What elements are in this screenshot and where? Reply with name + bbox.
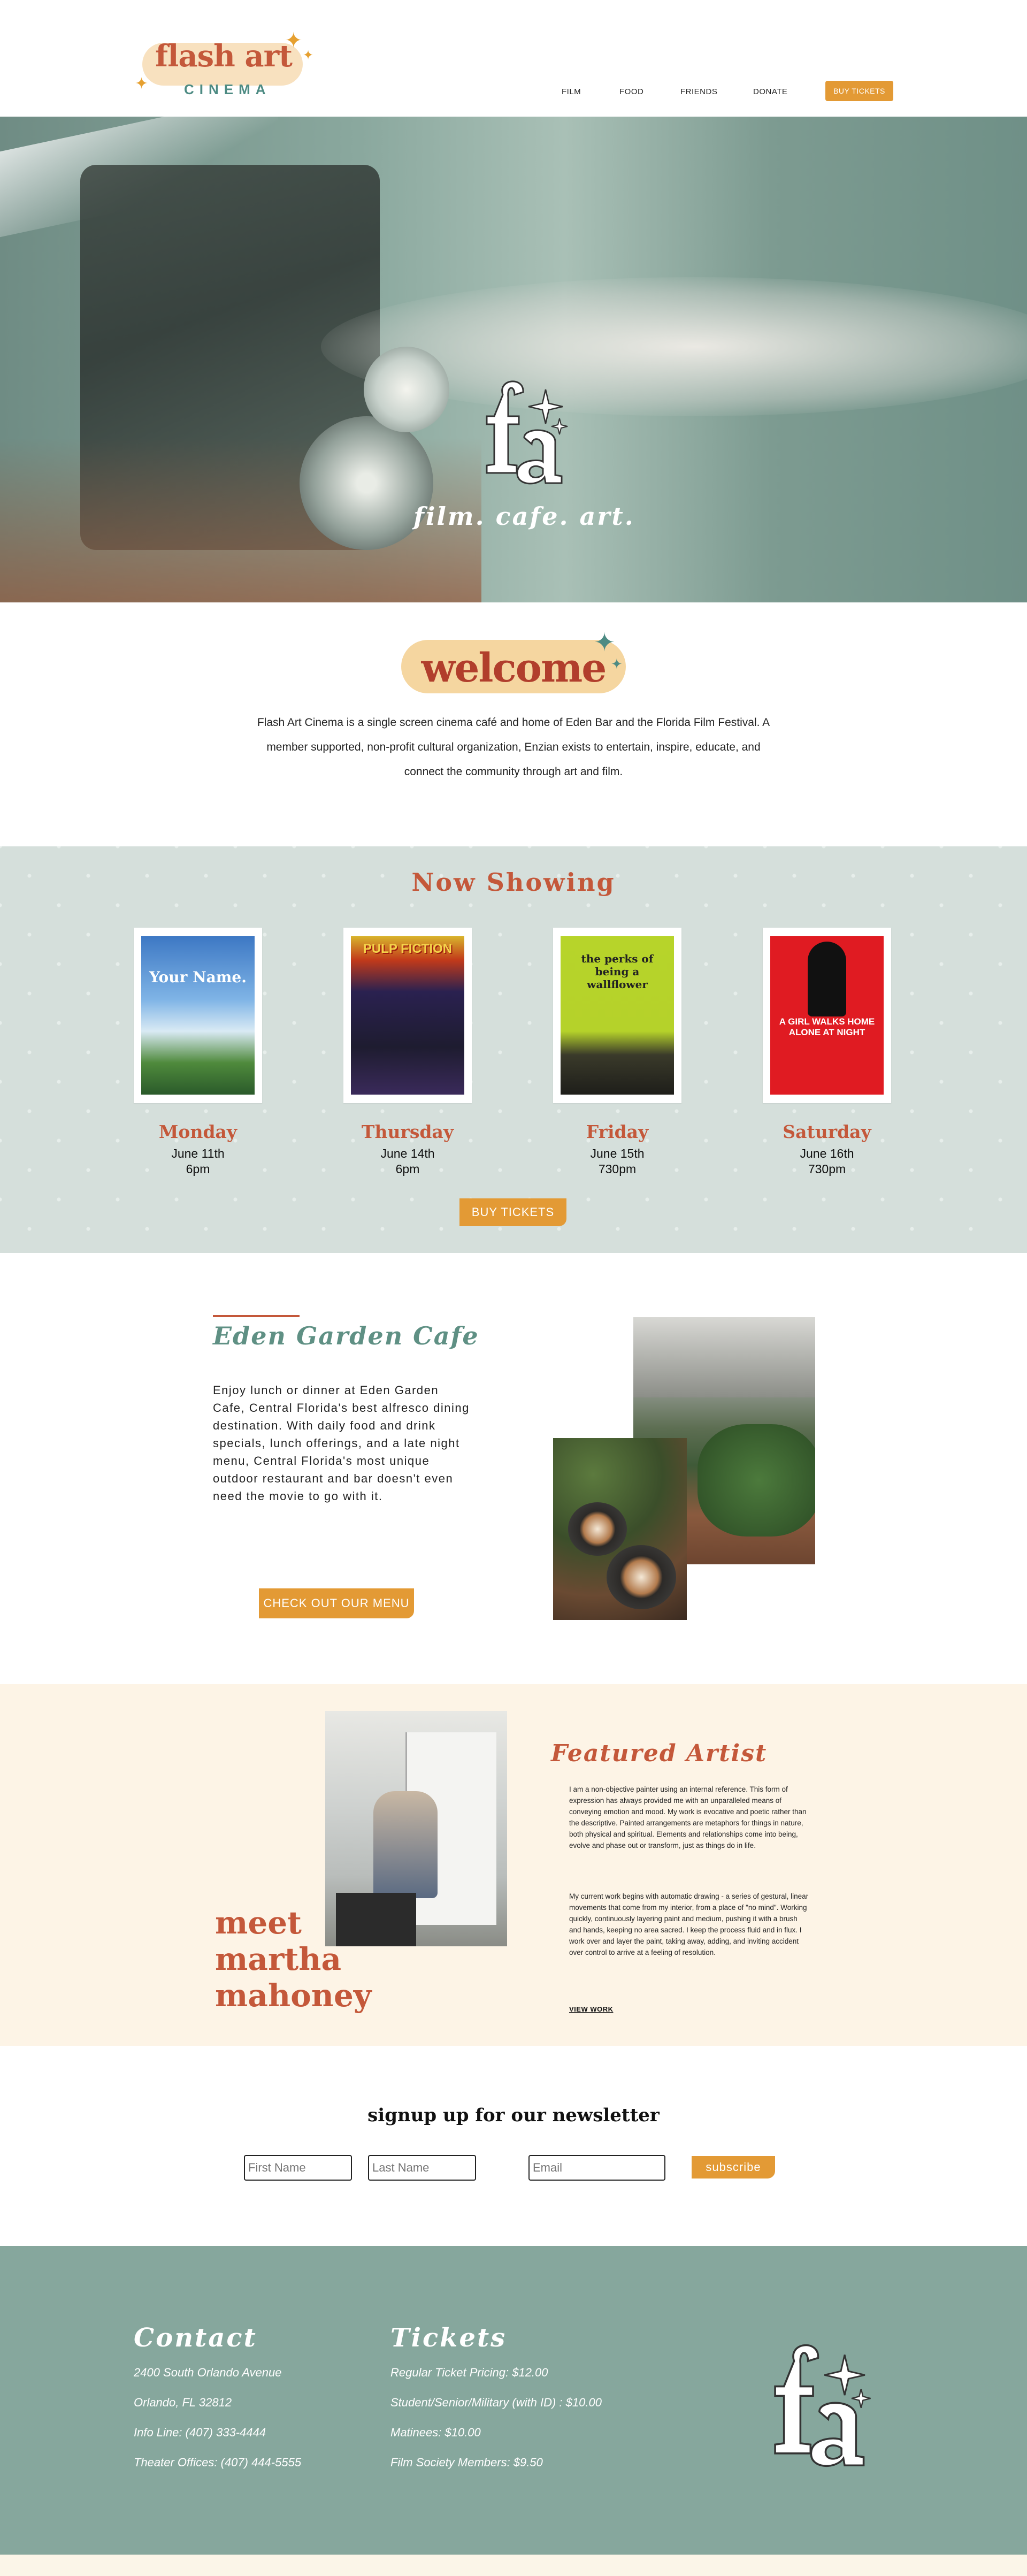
welcome-section: welcome ✦ ✦ Flash Art Cinema is a single… [0,602,1027,846]
fa-monogram-icon [486,380,568,485]
contact-address: 2400 South Orlando Avenue [134,2366,282,2379]
poster-title: A GIRL WALKS HOME ALONE AT NIGHT [779,1016,875,1037]
movie-day: Friday [586,1121,649,1142]
fa-monogram-icon [774,2344,871,2467]
subscribe-button[interactable]: subscribe [692,2156,775,2178]
logo-subtitle: CINEMA [184,81,271,97]
cafe-description: Enjoy lunch or dinner at Eden Garden Caf… [213,1383,470,1503]
movie-poster[interactable]: A GIRL WALKS HOME ALONE AT NIGHT [770,936,884,1095]
buy-tickets-button[interactable]: BUY TICKETS [459,1198,566,1226]
welcome-title: welcome [421,645,607,691]
photo-artist-figure [373,1791,438,1898]
nav-film[interactable]: FILM [562,87,581,96]
sparkle-icon: ✦ [285,29,303,52]
ticket-price-student: Student/Senior/Military (with ID) : $10.… [390,2396,602,2409]
contact-theater-offices[interactable]: Theater Offices: (407) 444-5555 [134,2456,301,2470]
photo-plants [698,1424,815,1537]
hero-tagline: film. cafe. art. [413,502,635,531]
contact-info-line[interactable]: Info Line: (407) 333-4444 [134,2426,266,2440]
nav-donate[interactable]: DONATE [753,87,787,96]
cafe-section: Eden Garden Cafe Enjoy lunch or dinner a… [0,1253,1027,1684]
movie-date: June 15th [590,1146,645,1160]
hero-projector-lens [364,347,449,432]
movie-card[interactable]: PULP FICTION Thursday June 14th 6pm [343,928,472,1176]
page-bottom-strip [0,2555,1027,2576]
artist-statement-paragraph: My current work begins with automatic dr… [569,1892,809,1956]
hero-banner: film. cafe. art. [0,117,1027,602]
movie-poster[interactable]: the perks of being a wallflower [561,936,674,1095]
movie-day: Saturday [783,1121,871,1142]
movie-time: 730pm [808,1162,846,1176]
coffee-cup [607,1545,676,1609]
meet-line: mahoney [215,1977,372,2014]
buy-tickets-nav-button[interactable]: BUY TICKETS [825,81,893,101]
sparkle-icon: ✦ [594,629,616,657]
movie-card[interactable]: the perks of being a wallflower Friday J… [553,928,681,1176]
ticket-price-matinee: Matinees: $10.00 [390,2426,481,2439]
meet-line: martha [215,1941,342,1977]
ticket-price-members: Film Society Members: $9.50 [390,2456,543,2469]
menu-button[interactable]: CHECK OUT OUR MENU [259,1588,414,1618]
contact-city: Orlando, FL 32812 [134,2396,232,2409]
cafe-coffee-photo [553,1438,687,1620]
sparkle-icon: ✦ [135,75,149,93]
poster-frame: PULP FICTION [343,928,472,1103]
last-name-field[interactable] [368,2155,476,2181]
now-showing-title: Now Showing [411,868,616,897]
email-field[interactable] [528,2155,665,2181]
movie-poster[interactable]: Your Name. [141,936,255,1095]
movie-day: Thursday [361,1121,454,1142]
contact-title: Contact [134,2323,257,2353]
poster-title: PULP FICTION [363,942,453,956]
movie-date: June 14th [380,1146,435,1160]
tickets-title: Tickets [390,2323,507,2353]
poster-frame: Your Name. [134,928,262,1103]
poster-frame: the perks of being a wallflower [553,928,681,1103]
now-showing-section: Now Showing Your Name. Monday June 11th … [0,846,1027,1253]
nav-friends[interactable]: FRIENDS [680,87,717,96]
cafe-title-rule [213,1315,300,1317]
poster-title: Your Name. [149,968,247,986]
sparkle-icon: ✦ [611,656,623,672]
movie-date: June 16th [800,1146,854,1160]
first-name-field[interactable] [244,2155,352,2181]
cafe-title: Eden Garden Cafe [213,1321,479,1350]
newsletter-title: signup up for our newsletter [367,2105,660,2126]
ticket-price-regular: Regular Ticket Pricing: $12.00 [390,2366,548,2379]
logo-wordmark[interactable]: flash art [155,39,293,74]
site-footer: Contact 2400 South Orlando Avenue Orland… [0,2246,1027,2555]
meet-line: meet [215,1905,302,1941]
movie-day: Monday [158,1121,237,1142]
coffee-cup [568,1502,627,1556]
movie-card[interactable]: A GIRL WALKS HOME ALONE AT NIGHT Saturda… [763,928,891,1176]
sparkle-icon: ✦ [303,48,314,63]
meet-artist-heading: meet martha mahoney [215,1905,372,2014]
poster-title: the perks of being a wallflower [581,952,654,991]
featured-artist-title: Featured Artist [551,1740,768,1767]
site-header: flash art CINEMA ✦ ✦ ✦ FILM FOOD FRIENDS… [0,0,1027,117]
movie-date: June 11th [171,1146,225,1160]
movie-time: 730pm [598,1162,637,1176]
featured-artist-section: meet martha mahoney Featured Artist I am… [0,1684,1027,2046]
photo-ceiling [633,1317,815,1397]
welcome-description: Flash Art Cinema is a single screen cine… [257,716,770,778]
view-work-link[interactable]: VIEW WORK [569,2005,614,2013]
movie-time: 6pm [395,1162,420,1176]
movie-poster[interactable]: PULP FICTION [351,936,464,1095]
poster-frame: A GIRL WALKS HOME ALONE AT NIGHT [763,928,891,1103]
nav-food[interactable]: FOOD [619,87,643,96]
poster-figure [808,942,846,1016]
artist-statement-paragraph: I am a non-objective painter using an in… [569,1785,807,1849]
movie-time: 6pm [186,1162,210,1176]
movie-card[interactable]: Your Name. Monday June 11th 6pm [134,928,262,1176]
newsletter-section: signup up for our newsletter subscribe [0,2046,1027,2246]
